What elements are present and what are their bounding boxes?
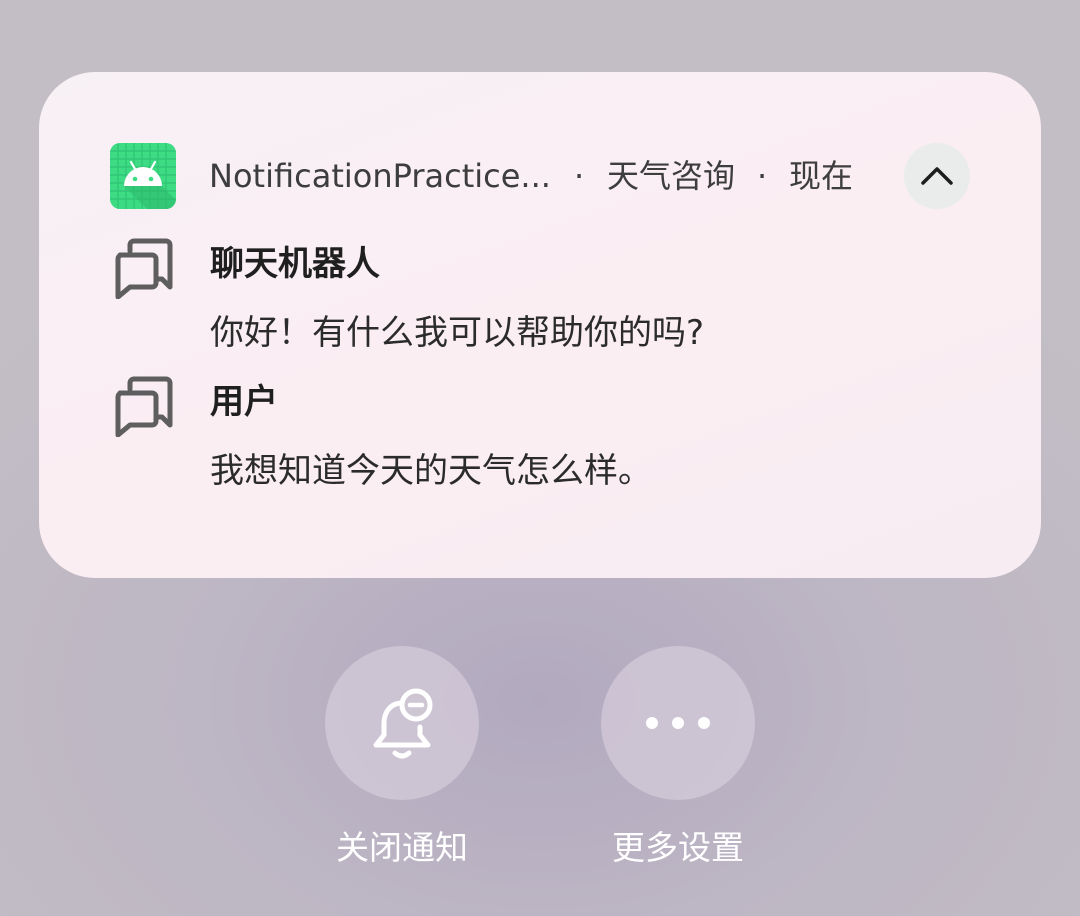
header-separator: · (574, 157, 585, 195)
more-settings-label: 更多设置 (612, 828, 744, 867)
collapse-button[interactable] (904, 143, 970, 209)
bell-off-icon (373, 688, 433, 759)
message-text: 我想知道今天的天气怎么样。 (210, 451, 652, 491)
more-icon (646, 717, 710, 729)
turn-off-notifications-label: 关闭通知 (336, 828, 468, 867)
chat-bubbles-icon (112, 237, 174, 300)
header-separator: · (757, 157, 768, 195)
notification-card[interactable]: NotificationPractice... · 天气咨询 · 现在 聊天机器… (39, 72, 1041, 578)
message-text: 你好！有什么我可以帮助你的吗? (210, 313, 705, 353)
app-name: NotificationPractice... (209, 157, 551, 195)
more-settings-button[interactable] (601, 646, 755, 800)
channel-name: 天气咨询 (607, 157, 736, 195)
notification-time: 现在 (789, 157, 854, 195)
message-sender: 聊天机器人 (210, 244, 380, 284)
message-sender: 用户 (210, 382, 278, 422)
turn-off-notifications-button[interactable] (325, 646, 479, 800)
chevron-up-icon (921, 167, 953, 185)
android-icon (110, 143, 176, 209)
chat-bubbles-icon (112, 375, 174, 438)
